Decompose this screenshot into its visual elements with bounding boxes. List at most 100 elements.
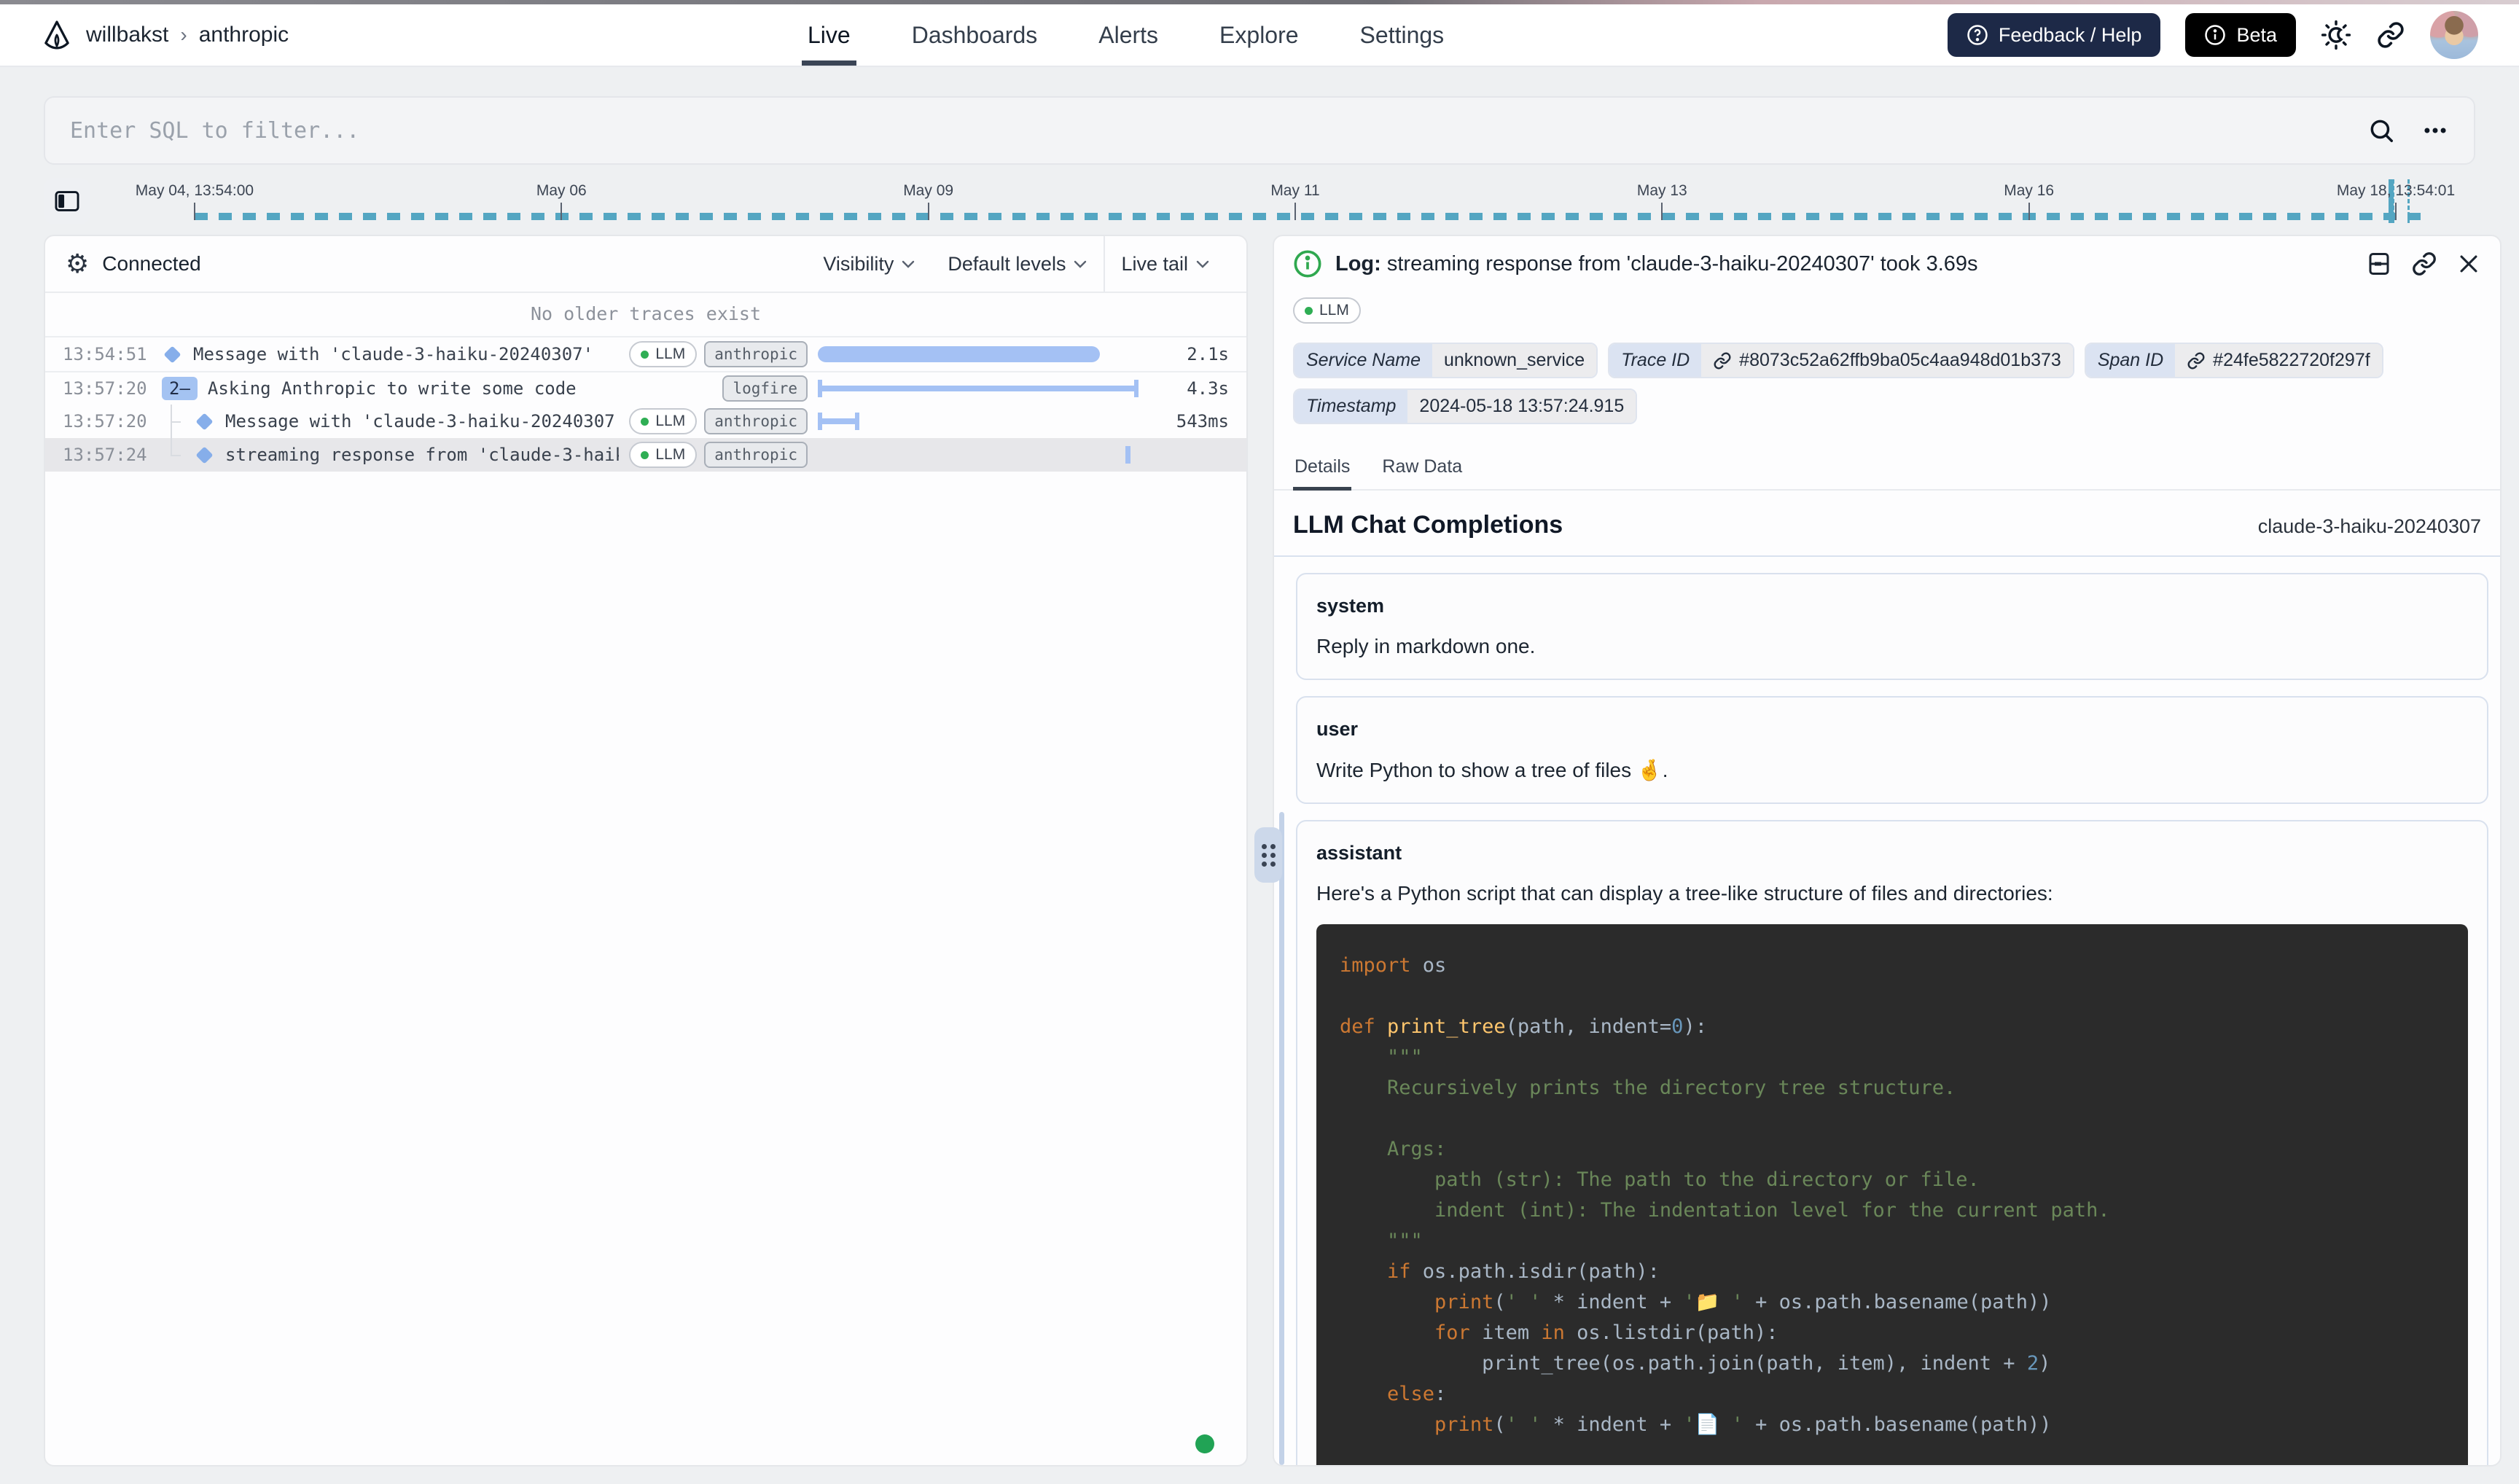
trace-list: 13:54:51Message with 'claude-3-haiku-202…	[45, 337, 1246, 472]
code-line	[1340, 981, 2445, 1012]
attribute-label: Service Name	[1294, 344, 1432, 377]
collapse-count-badge[interactable]: 2–	[162, 377, 198, 400]
llm-badge-label: LLM	[655, 345, 685, 363]
green-dot-icon	[641, 418, 649, 426]
control-label: Default levels	[948, 253, 1066, 276]
trace-badges: LLManthropic	[629, 408, 808, 434]
trace-row[interactable]: 13:57:20Message with 'claude-3-haiku-202…	[45, 405, 1246, 438]
llm-tag-pill: LLM	[1293, 297, 1361, 324]
nav-item-alerts[interactable]: Alerts	[1098, 4, 1158, 66]
messages-scrollbar[interactable]	[1279, 812, 1284, 1465]
timeline-track[interactable]: May 04, 13:54:00May 06May 09May 11May 13…	[138, 178, 2475, 226]
code-line: path (str): The path to the directory or…	[1340, 1165, 2445, 1195]
attribute-value-text: #8073c52a62ffb9ba05c4aa948d01b373	[1739, 350, 2061, 371]
chevron-down-icon	[1073, 259, 1087, 269]
copy-link-icon[interactable]	[2411, 251, 2437, 277]
control-label: Visibility	[823, 253, 894, 276]
code-line: else:	[1340, 1379, 2445, 1410]
sql-filter-input[interactable]	[70, 118, 2367, 144]
timeline-tick-label: May 13	[1637, 182, 1687, 200]
duration-bar	[818, 380, 1139, 397]
trace-badges: LLM anthropic	[629, 341, 808, 367]
code-block[interactable]: import os def print_tree(path, indent=0)…	[1316, 924, 2468, 1465]
attribute-timestamp: Timestamp2024-05-18 13:57:24.915	[1293, 388, 1637, 424]
control-visibility[interactable]: Visibility	[807, 236, 932, 292]
code-line	[1340, 1104, 2445, 1134]
main-content: ⚙ Connected Visibility Default levels Live…	[44, 235, 2502, 1467]
nav-item-explore[interactable]: Explore	[1219, 4, 1299, 66]
trace-row[interactable]: 13:54:51Message with 'claude-3-haiku-202…	[45, 337, 1246, 371]
nav-item-settings[interactable]: Settings	[1360, 4, 1445, 66]
more-options-icon[interactable]	[2421, 117, 2449, 144]
timeline-tick-mark	[1661, 203, 1663, 220]
code-line: def print_tree(path, indent=0):	[1340, 1012, 2445, 1042]
attribute-value[interactable]: #24fe5822720f297f	[2175, 344, 2382, 377]
feedback-help-button[interactable]: Feedback / Help	[1948, 13, 2161, 57]
span-diamond-icon	[195, 446, 213, 464]
duration-bar	[818, 346, 1100, 362]
attribute-span-id: Span ID#24fe5822720f297f	[2085, 343, 2383, 378]
trace-row[interactable]: 13:57:20 2– Asking Anthropic to write some…	[45, 371, 1246, 405]
link-icon	[2187, 351, 2206, 370]
timeline-tick-label: May 18, 13:54:01	[2337, 182, 2455, 200]
connection-status: Connected	[102, 252, 200, 276]
model-name: claude-3-haiku-20240307	[2258, 515, 2481, 538]
provider-badge-anthropic: anthropic	[704, 442, 808, 468]
chat-messages: systemReply in markdown one.userWrite Py…	[1274, 555, 2500, 1465]
user-avatar[interactable]	[2430, 11, 2478, 59]
beta-button[interactable]: Beta	[2185, 13, 2296, 57]
sidebar-toggle-button[interactable]	[44, 178, 90, 224]
tab-details[interactable]: Details	[1293, 446, 1351, 489]
code-line: for item in os.listdir(path):	[1340, 1318, 2445, 1348]
detail-actions	[2366, 251, 2481, 277]
attribute-label: Trace ID	[1609, 344, 1701, 377]
timeline-tick-label: May 16	[2004, 182, 2054, 200]
info-circle-icon	[2204, 24, 2226, 46]
detail-meta: LLM Service Nameunknown_serviceTrace ID#…	[1274, 292, 2500, 424]
provider-badge-anthropic: anthropic	[704, 341, 808, 367]
trace-row[interactable]: 13:57:24 streaming response from 'claude-…	[45, 438, 1246, 472]
control-default-levels[interactable]: Default levels	[932, 236, 1104, 292]
live-tail-indicator	[1195, 1434, 1214, 1453]
provider-badge-logfire: logfire	[722, 375, 808, 402]
trace-message: streaming response from 'claude-3-haiku-…	[225, 445, 619, 465]
trace-time: 13:57:20	[63, 378, 152, 399]
main-nav: Live Dashboards Alerts Explore Settings	[808, 4, 1444, 66]
attribute-value: 2024-05-18 13:57:24.915	[1407, 390, 1636, 423]
log-info-icon	[1293, 249, 1322, 278]
chevron-right-icon: ›	[180, 23, 187, 47]
dock-panel-icon[interactable]	[2366, 251, 2392, 277]
timeline-tick-mark	[561, 203, 562, 220]
trace-message: Asking Anthropic to write some code	[208, 378, 713, 399]
close-icon[interactable]	[2456, 251, 2481, 276]
tab-raw-data[interactable]: Raw Data	[1380, 446, 1464, 489]
logfire-logo-icon[interactable]	[41, 19, 73, 51]
settings-gear-icon[interactable]: ⚙	[66, 251, 89, 277]
trace-badges: logfire	[722, 375, 808, 402]
section-row: LLM Chat Completions claude-3-haiku-2024…	[1274, 491, 2500, 555]
duration-bar-track	[818, 337, 1139, 371]
breadcrumb-project[interactable]: anthropic	[199, 23, 289, 47]
timeline-dashed-line	[195, 213, 2424, 220]
share-link-icon[interactable]	[2376, 20, 2405, 50]
attribute-value[interactable]: #8073c52a62ffb9ba05c4aa948d01b373	[1701, 344, 2073, 377]
theme-toggle-icon[interactable]	[2321, 20, 2351, 50]
attribute-value-text: 2024-05-18 13:57:24.915	[1419, 396, 1624, 417]
trace-time: 13:57:24	[63, 445, 152, 465]
breadcrumb-org[interactable]: willbakst	[86, 23, 168, 47]
nav-item-dashboards[interactable]: Dashboards	[912, 4, 1038, 66]
search-icon[interactable]	[2367, 117, 2395, 144]
code-line: Recursively prints the directory tree st…	[1340, 1073, 2445, 1104]
control-live-tail[interactable]: Live tail	[1105, 236, 1226, 292]
code-line: if os.path.isdir(path):	[1340, 1257, 2445, 1287]
nav-item-live[interactable]: Live	[808, 4, 851, 66]
panel-splitter-handle[interactable]	[1254, 827, 1282, 883]
timeline-tick-label: May 11	[1270, 182, 1319, 200]
top-header: willbakst › anthropic Live Dashboards Aler…	[0, 4, 2519, 67]
brand: willbakst › anthropic	[41, 19, 289, 51]
detail-tabs: Details Raw Data	[1274, 446, 2500, 491]
attribute-trace-id: Trace ID #8073c52a62ffb9ba05c4aa948d01b37…	[1608, 343, 2074, 378]
timeline-tick-label: May 04, 13:54:00	[136, 182, 254, 200]
code-line: """	[1340, 1042, 2445, 1073]
message-role: user	[1316, 718, 2468, 741]
